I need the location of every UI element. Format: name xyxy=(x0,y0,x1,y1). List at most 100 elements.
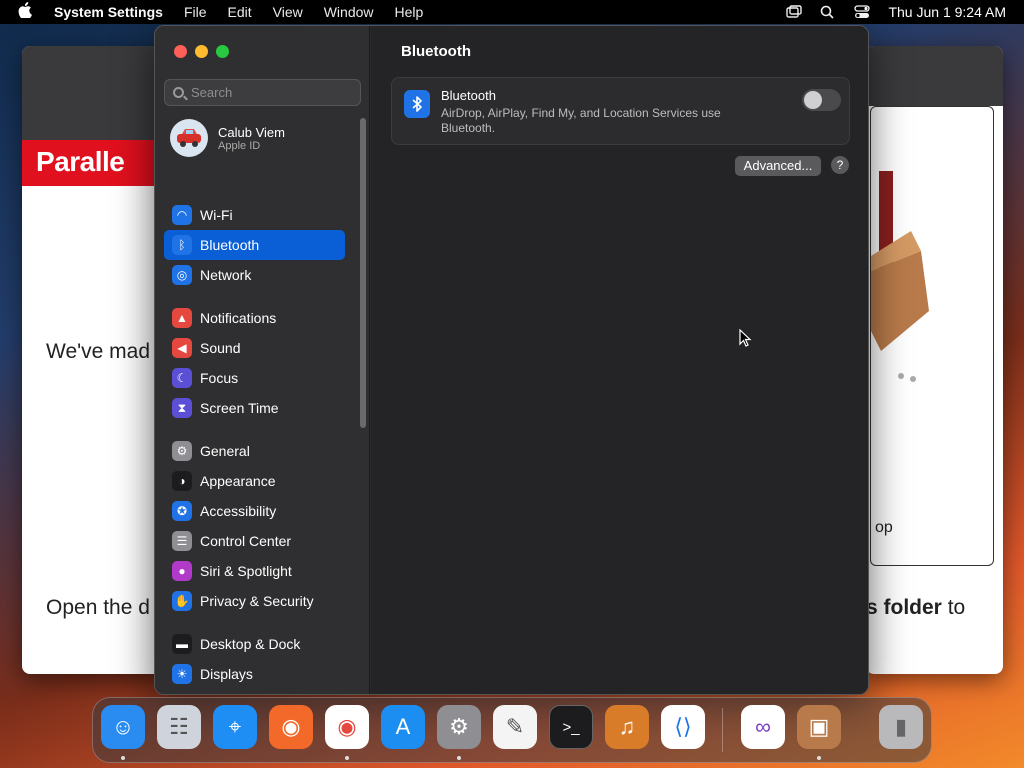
sidebar-scrollbar[interactable] xyxy=(360,118,366,428)
menu-help[interactable]: Help xyxy=(395,4,424,20)
sidebar-item-label: Displays xyxy=(200,666,253,682)
system-settings-icon[interactable]: ⚙ xyxy=(437,705,481,749)
dock: ☺ ☷ ⌖ ◉ ◉ A ⚙ ✎ >_ ♫ ⟨⟩ ∞ ▣ ▮ xyxy=(92,697,932,763)
running-indicator xyxy=(457,756,461,760)
control-center-icon: ☰ xyxy=(172,531,192,551)
sidebar-item-displays[interactable]: ☀ Displays xyxy=(164,659,345,689)
system-settings-window[interactable]: Search Calub Viem Apple ID ◠ Wi-Fi ᛒ Blueto… xyxy=(154,25,869,695)
mouse-cursor-icon xyxy=(739,329,752,347)
sidebar-item-label: Notifications xyxy=(200,310,277,326)
search-input[interactable]: Search xyxy=(164,79,361,106)
parallels-installer-icon[interactable]: ▣ xyxy=(797,705,841,749)
vscode-icon[interactable]: ⟨⟩ xyxy=(661,705,705,749)
hand-icon: ✋ xyxy=(172,591,192,611)
sidebar-item-bluetooth[interactable]: ᛒ Bluetooth xyxy=(164,230,345,260)
zoom-button[interactable] xyxy=(216,45,229,58)
trash-icon[interactable]: ▮ xyxy=(879,705,923,749)
sidebar-item-network[interactable]: ◎ Network xyxy=(164,260,345,290)
visual-studio-icon[interactable]: ∞ xyxy=(741,705,785,749)
screen-mirroring-icon[interactable] xyxy=(786,5,803,19)
spotlight-search-icon[interactable] xyxy=(820,5,836,19)
installer-text-2: s folder to xyxy=(866,596,966,619)
running-indicator xyxy=(817,756,821,760)
sidebar-item-label: Bluetooth xyxy=(200,237,260,253)
sidebar-item-label: General xyxy=(200,443,250,459)
menu-edit[interactable]: Edit xyxy=(228,4,252,20)
sidebar-item-label: Wi-Fi xyxy=(200,207,233,223)
sidebar-item-appearance[interactable]: ◑ Appearance xyxy=(164,466,345,496)
apple-id-account[interactable]: Calub Viem Apple ID xyxy=(170,119,285,157)
background-installer-window[interactable]: op s folder to xyxy=(866,46,1003,674)
sidebar-item-general[interactable]: ⚙ General xyxy=(164,436,345,466)
control-center-icon[interactable] xyxy=(854,5,871,19)
advanced-button[interactable]: Advanced... xyxy=(735,156,821,176)
bluetooth-card-description: AirDrop, AirPlay, Find My, and Location … xyxy=(441,106,721,135)
sidebar-item-siri-spotlight[interactable]: ● Siri & Spotlight xyxy=(164,556,345,586)
finder-icon[interactable]: ☺ xyxy=(101,705,145,749)
sidebar-item-notifications[interactable]: ▲ Notifications xyxy=(164,303,345,333)
moon-icon: ☾ xyxy=(172,368,192,388)
sidebar-item-label: Accessibility xyxy=(200,503,277,519)
safari-icon[interactable]: ⌖ xyxy=(213,705,257,749)
terminal-icon[interactable]: >_ xyxy=(549,705,593,749)
gear-icon: ⚙ xyxy=(172,441,192,461)
sidebar-item-control-center[interactable]: ☰ Control Center xyxy=(164,526,345,556)
speaker-icon: ◀ xyxy=(172,338,192,358)
sidebar-item-desktop-dock[interactable]: ▬ Desktop & Dock xyxy=(164,629,345,659)
sidebar-item-privacy-security[interactable]: ✋ Privacy & Security xyxy=(164,586,345,616)
firefox-icon[interactable]: ◉ xyxy=(269,705,313,749)
garageband-icon[interactable]: ♫ xyxy=(605,705,649,749)
menu-app-name[interactable]: System Settings xyxy=(54,4,163,20)
launchpad-icon[interactable]: ☷ xyxy=(157,705,201,749)
sidebar-item-focus[interactable]: ☾ Focus xyxy=(164,363,345,393)
settings-sidebar: Search Calub Viem Apple ID ◠ Wi-Fi ᛒ Blueto… xyxy=(155,26,370,694)
sidebar-item-label: Screen Time xyxy=(200,400,279,416)
sidebar-item-label: Privacy & Security xyxy=(200,593,314,609)
sidebar-item-label: Control Center xyxy=(200,533,292,549)
avatar xyxy=(170,119,208,157)
installer-toolbar xyxy=(866,46,1003,106)
dock-separator xyxy=(722,708,723,752)
bluetooth-toggle[interactable] xyxy=(802,89,841,111)
apple-icon[interactable] xyxy=(18,1,32,23)
bluetooth-card: Bluetooth AirDrop, AirPlay, Find My, and… xyxy=(391,77,850,145)
sidebar-item-label: Sound xyxy=(200,340,241,356)
sidebar-item-label: Focus xyxy=(200,370,239,386)
parallels-banner: Paralle xyxy=(22,140,162,186)
running-indicator xyxy=(345,756,349,760)
running-indicator xyxy=(121,756,125,760)
menu-bar: System Settings File Edit View Window He… xyxy=(0,0,1024,24)
parallels-box-icon xyxy=(871,171,929,382)
sidebar-item-label: Desktop & Dock xyxy=(200,636,301,652)
sidebar-item-sound[interactable]: ◀ Sound xyxy=(164,333,345,363)
sidebar-item-label: Siri & Spotlight xyxy=(200,563,292,579)
globe-icon: ◎ xyxy=(172,265,192,285)
menu-bar-clock[interactable]: Thu Jun 1 9:24 AM xyxy=(888,4,1006,20)
minimize-button[interactable] xyxy=(195,45,208,58)
dock-icon: ▬ xyxy=(172,634,192,654)
background-browser-window[interactable]: Paralle We've mad Open the d xyxy=(22,46,162,674)
sidebar-item-label: Appearance xyxy=(200,473,276,489)
menu-window[interactable]: Window xyxy=(324,4,374,20)
sidebar-item-wi-fi[interactable]: ◠ Wi-Fi xyxy=(164,200,345,230)
appearance-icon: ◑ xyxy=(172,471,192,491)
sidebar-item-label: Network xyxy=(200,267,252,283)
wifi-icon: ◠ xyxy=(172,205,192,225)
menu-view[interactable]: View xyxy=(273,4,303,20)
background-text-1: We've mad xyxy=(46,340,150,363)
close-button[interactable] xyxy=(174,45,187,58)
app-store-icon[interactable]: A xyxy=(381,705,425,749)
hourglass-icon: ⧗ xyxy=(172,398,192,418)
textedit-icon[interactable]: ✎ xyxy=(493,705,537,749)
sun-icon: ☀ xyxy=(172,664,192,684)
accessibility-icon: ✪ xyxy=(172,501,192,521)
menu-file[interactable]: File xyxy=(184,4,207,20)
sidebar-item-screen-time[interactable]: ⧗ Screen Time xyxy=(164,393,345,423)
sidebar-item-wallpaper[interactable]: ❋Wallpaper xyxy=(164,689,345,694)
help-button[interactable]: ? xyxy=(831,156,849,174)
bell-icon: ▲ xyxy=(172,308,192,328)
account-subtitle: Apple ID xyxy=(218,139,261,152)
sidebar-item-accessibility[interactable]: ✪ Accessibility xyxy=(164,496,345,526)
bluetooth-icon xyxy=(404,90,430,118)
chrome-icon[interactable]: ◉ xyxy=(325,705,369,749)
